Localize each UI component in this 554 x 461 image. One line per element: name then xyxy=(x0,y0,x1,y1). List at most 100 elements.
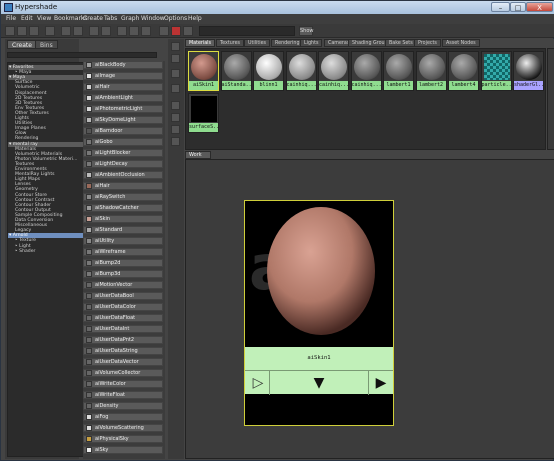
output-connections-icon[interactable] xyxy=(141,26,151,36)
node-button[interactable]: aiFog xyxy=(83,413,163,421)
input-output-icon[interactable] xyxy=(5,26,15,36)
node-button[interactable]: aiGobo xyxy=(83,138,163,146)
node-button[interactable]: aiSky xyxy=(83,446,163,454)
menu-tabs[interactable]: Tabs xyxy=(104,15,117,22)
tab-layout-icon[interactable] xyxy=(17,26,27,36)
filter-field[interactable] xyxy=(199,26,295,36)
node-button[interactable]: aiAmbientOcclusion xyxy=(83,171,163,179)
tab-bins[interactable]: Bins xyxy=(35,40,58,49)
maximize-button[interactable]: □ xyxy=(510,2,526,12)
node-button[interactable]: aiBarndoor xyxy=(83,127,163,135)
arrange-icon[interactable] xyxy=(73,26,83,36)
graph-network-icon[interactable] xyxy=(61,26,71,36)
expand-ports-button[interactable]: ▼ xyxy=(269,371,369,395)
node-button[interactable]: aiSkin xyxy=(83,215,163,223)
node-button[interactable]: aiImage xyxy=(83,72,163,80)
node-button[interactable]: aiLightDecay xyxy=(83,160,163,168)
node-button[interactable]: aiPhotometricLight xyxy=(83,105,163,113)
node-button[interactable]: aiMotionVector xyxy=(83,281,163,289)
swatch-scrollbar[interactable] xyxy=(547,48,554,150)
node-button[interactable]: aiBump3d xyxy=(83,270,163,278)
input-connections-icon[interactable] xyxy=(117,26,127,36)
material-swatch[interactable]: particle... xyxy=(480,51,512,91)
node-button[interactable]: aiWireframe xyxy=(83,248,163,256)
reverse-order-icon[interactable] xyxy=(171,137,180,146)
tab-bake-sets[interactable]: Bake Sets xyxy=(385,39,417,47)
clear-graph-icon[interactable] xyxy=(89,26,99,36)
node-button[interactable]: aiUserDataInt xyxy=(83,325,163,333)
material-swatch[interactable]: aiStanda... xyxy=(220,51,252,91)
tree-item[interactable]: ‣ Shader xyxy=(8,249,86,254)
layout-icon[interactable] xyxy=(171,42,180,51)
node-button[interactable]: aiRaySwitch xyxy=(83,193,163,201)
io-connections-icon[interactable] xyxy=(129,26,139,36)
node-button[interactable]: aiLightBlocker xyxy=(83,149,163,157)
node-button[interactable]: aiBump2d xyxy=(83,259,163,267)
menu-options[interactable]: Options xyxy=(164,15,187,22)
menu-graph[interactable]: Graph xyxy=(121,15,139,22)
menu-view[interactable]: View xyxy=(37,15,51,22)
node-button[interactable]: aiBlackBody xyxy=(83,61,163,69)
add-graph-icon[interactable] xyxy=(101,26,111,36)
node-button[interactable]: aiUserDataBool xyxy=(83,292,163,300)
node-button[interactable]: aiUserDataColor xyxy=(83,303,163,311)
node-button[interactable]: aiHair xyxy=(83,182,163,190)
menu-edit[interactable]: Edit xyxy=(21,15,33,22)
sort-by-type-icon[interactable] xyxy=(171,113,180,122)
material-swatch[interactable]: lambert4 xyxy=(448,51,479,91)
grid-icon[interactable] xyxy=(29,26,39,36)
node-swatch-card[interactable]: ai aiSkin1 ▷ ▼ ▶ xyxy=(244,200,394,426)
node-button[interactable]: aiDensity xyxy=(83,402,163,410)
node-button[interactable]: aiVolumeScattering xyxy=(83,424,163,432)
menu-create[interactable]: Create xyxy=(83,15,103,22)
menu-file[interactable]: File xyxy=(6,15,16,22)
node-button[interactable]: aiUserDataPnt2 xyxy=(83,336,163,344)
minimize-button[interactable]: – xyxy=(491,2,510,12)
node-button[interactable]: aiAmbientLight xyxy=(83,94,163,102)
material-swatch[interactable]: surfaceS... xyxy=(188,93,219,133)
list-icon[interactable] xyxy=(171,84,180,93)
node-button[interactable]: aiUtility xyxy=(83,237,163,245)
material-swatch[interactable]: cainhiq... xyxy=(350,51,382,91)
material-swatch[interactable]: lambert2 xyxy=(415,51,447,91)
swatch-icon[interactable] xyxy=(171,69,180,78)
tab-work-area[interactable]: Work Area xyxy=(185,151,211,165)
material-swatch[interactable]: shaderGl... xyxy=(513,51,544,91)
material-swatch[interactable]: aiSkin1 xyxy=(188,51,219,91)
material-swatch[interactable]: cainhiq... xyxy=(318,51,349,91)
tab-lights[interactable]: Lights xyxy=(300,39,323,47)
node-button[interactable]: aiStandard xyxy=(83,226,163,234)
material-swatch[interactable]: cainhiq... xyxy=(285,51,317,91)
sort-by-time-icon[interactable] xyxy=(171,125,180,134)
tab-rendering[interactable]: Rendering xyxy=(271,39,304,47)
close-button[interactable]: X xyxy=(526,2,553,12)
tab-icon[interactable] xyxy=(171,54,180,63)
tab-materials[interactable]: Materials xyxy=(185,39,215,47)
render-icon[interactable] xyxy=(159,26,169,36)
tab-textures[interactable]: Textures xyxy=(216,39,245,47)
tab-create[interactable]: Create xyxy=(7,40,37,49)
node-button[interactable]: aiVolumeCollector xyxy=(83,369,163,377)
create-filter-field[interactable] xyxy=(7,52,157,58)
material-swatch[interactable]: blinn1 xyxy=(253,51,284,91)
node-button[interactable]: aiWriteFloat xyxy=(83,391,163,399)
input-port-button[interactable]: ▷ xyxy=(247,371,269,395)
show-button[interactable]: Show xyxy=(299,26,314,36)
node-button[interactable]: aiPhysicalSky xyxy=(83,435,163,443)
node-button[interactable]: aiUserDataString xyxy=(83,347,163,355)
sort-icon[interactable] xyxy=(45,26,55,36)
menu-help[interactable]: Help xyxy=(188,15,202,22)
node-button[interactable]: aiHair xyxy=(83,83,163,91)
tab-projects[interactable]: Projects xyxy=(414,39,441,47)
output-port-button[interactable]: ▶ xyxy=(369,371,393,395)
node-button[interactable]: aiWriteColor xyxy=(83,380,163,388)
node-button[interactable]: aiUserDataVector xyxy=(83,358,163,366)
node-button[interactable]: aiSkyDomeLight xyxy=(83,116,163,124)
node-button[interactable]: aiShadowCatcher xyxy=(83,204,163,212)
search-icon[interactable] xyxy=(183,26,193,36)
material-swatch[interactable]: lambert1 xyxy=(383,51,414,91)
node-button[interactable]: aiUserDataFloat xyxy=(83,314,163,322)
tab-asset-nodes[interactable]: Asset Nodes xyxy=(442,39,480,47)
sort-by-name-icon[interactable] xyxy=(171,101,180,110)
record-icon[interactable] xyxy=(171,26,181,36)
